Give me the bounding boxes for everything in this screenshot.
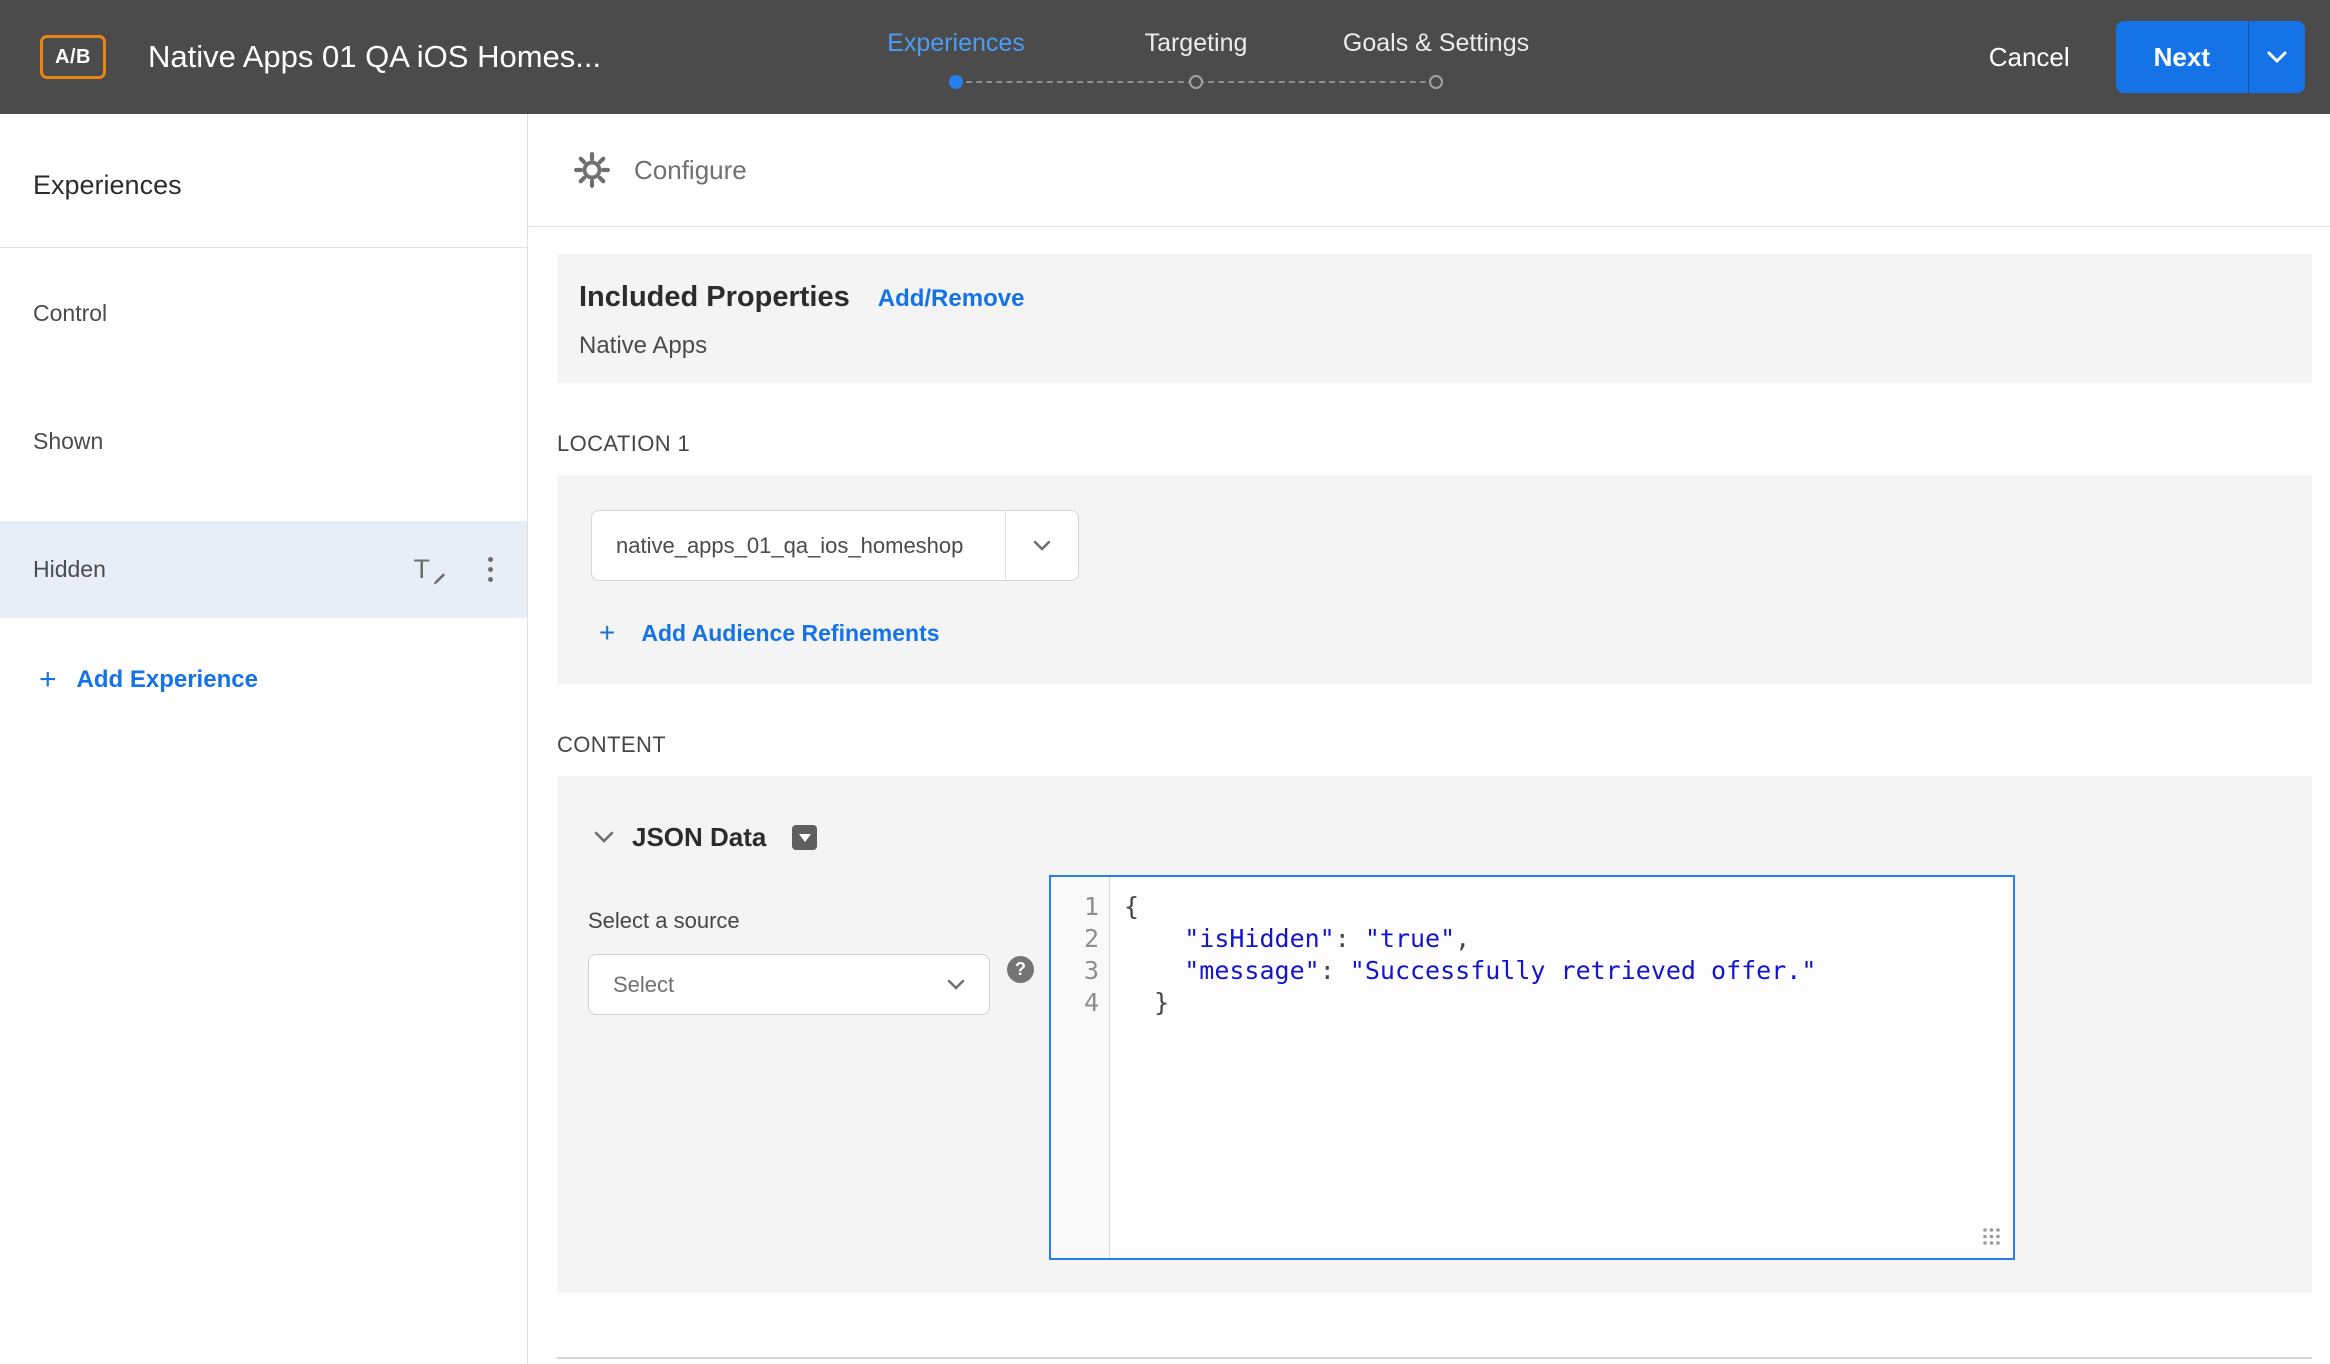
json-code-editor[interactable]: 1234 { "isHidden": "true", "message": "S… [1049, 875, 2015, 1260]
add-audience-refinements-label: Add Audience Refinements [641, 620, 939, 647]
configure-label: Configure [634, 155, 747, 186]
help-icon[interactable]: ? [1007, 956, 1034, 983]
add-audience-refinements-button[interactable]: + Add Audience Refinements [591, 619, 2312, 647]
included-properties-value: Native Apps [579, 332, 2312, 360]
location-panel: native_apps_01_qa_ios_homeshop + Add Aud… [557, 475, 2312, 684]
experience-item-shown[interactable]: Shown [0, 393, 527, 490]
experience-item-hidden[interactable]: Hidden T [0, 521, 527, 618]
source-select-value: Select [613, 972, 674, 998]
experience-item-label: Hidden [33, 556, 106, 583]
next-split-button: Next [2116, 21, 2305, 93]
resize-grip-icon[interactable] [1982, 1227, 2001, 1246]
cancel-button[interactable]: Cancel [1989, 42, 2070, 73]
add-experience-label: Add Experience [77, 666, 258, 694]
next-button[interactable]: Next [2116, 21, 2248, 93]
tab-targeting[interactable]: Targeting [1076, 0, 1316, 58]
line-number: 4 [1051, 987, 1109, 1019]
main-panel: Configure Included Properties Add/Remove… [529, 114, 2330, 1364]
wizard-steps: Experiences Targeting Goals & Settings [836, 0, 1556, 114]
chevron-down-icon [1033, 540, 1051, 552]
configure-content: Included Properties Add/Remove Native Ap… [529, 254, 2330, 1359]
tab-experiences[interactable]: Experiences [836, 0, 1076, 58]
top-bar: A/B Native Apps 01 QA iOS Homes... Exper… [0, 0, 2330, 114]
plus-icon: + [599, 619, 615, 647]
editor-code[interactable]: { "isHidden": "true", "message": "Succes… [1110, 877, 2013, 1258]
json-data-header: JSON Data [594, 822, 817, 853]
line-number: 3 [1051, 955, 1109, 987]
editor-gutter: 1234 [1051, 877, 1110, 1258]
stepper-dot-goals [1429, 75, 1443, 89]
code-line: { [1124, 891, 2013, 923]
stepper-dot-experiences [949, 75, 963, 89]
tab-goals-settings[interactable]: Goals & Settings [1316, 0, 1556, 58]
included-properties-title: Included Properties [579, 281, 850, 314]
configure-header: Configure [529, 114, 2330, 227]
collapse-chevron-icon[interactable] [594, 831, 614, 844]
topbar-actions: Cancel Next [1989, 21, 2305, 93]
sidebar-heading: Experiences [0, 114, 527, 248]
code-line: "isHidden": "true", [1124, 923, 2013, 955]
bottom-divider [557, 1357, 2312, 1359]
location-dropdown-value: native_apps_01_qa_ios_homeshop [592, 511, 1005, 580]
source-select[interactable]: Select [588, 954, 990, 1015]
experiences-sidebar: Experiences Control Shown Hidden T + Add… [0, 114, 528, 1364]
experience-item-control[interactable]: Control [0, 265, 527, 362]
json-data-title: JSON Data [632, 822, 766, 853]
gear-icon [574, 152, 610, 188]
experience-item-actions: T [414, 553, 498, 586]
activity-title: Native Apps 01 QA iOS Homes... [148, 39, 601, 75]
pencil-icon [431, 572, 446, 587]
included-properties-panel: Included Properties Add/Remove Native Ap… [557, 254, 2312, 383]
code-line: } [1124, 987, 2013, 1019]
chevron-down-icon [2267, 51, 2287, 64]
next-dropdown-button[interactable] [2249, 21, 2305, 93]
add-remove-link[interactable]: Add/Remove [878, 285, 1025, 313]
experience-item-label: Shown [33, 428, 103, 455]
line-number: 2 [1051, 923, 1109, 955]
location-dropdown[interactable]: native_apps_01_qa_ios_homeshop [591, 510, 1079, 581]
select-source-label: Select a source [588, 908, 740, 934]
more-options-icon[interactable] [484, 553, 497, 586]
plus-icon: + [39, 665, 57, 695]
stepper-dot-targeting [1189, 75, 1203, 89]
location-dropdown-caret[interactable] [1005, 511, 1078, 580]
experience-list: Control Shown Hidden T [0, 248, 527, 618]
content-type-dropdown-icon[interactable] [792, 825, 817, 850]
experience-item-label: Control [33, 300, 107, 327]
location-section-label: LOCATION 1 [557, 431, 2312, 457]
content-panel: JSON Data Select a source Select ? 1234 … [557, 776, 2312, 1293]
code-line: "message": "Successfully retrieved offer… [1124, 955, 2013, 987]
add-experience-button[interactable]: + Add Experience [0, 665, 527, 695]
content-section-label: CONTENT [557, 732, 2312, 758]
rename-experience-icon[interactable]: T [414, 556, 445, 583]
chevron-down-icon [947, 979, 965, 991]
activity-type-badge: A/B [40, 35, 106, 79]
line-number: 1 [1051, 891, 1109, 923]
